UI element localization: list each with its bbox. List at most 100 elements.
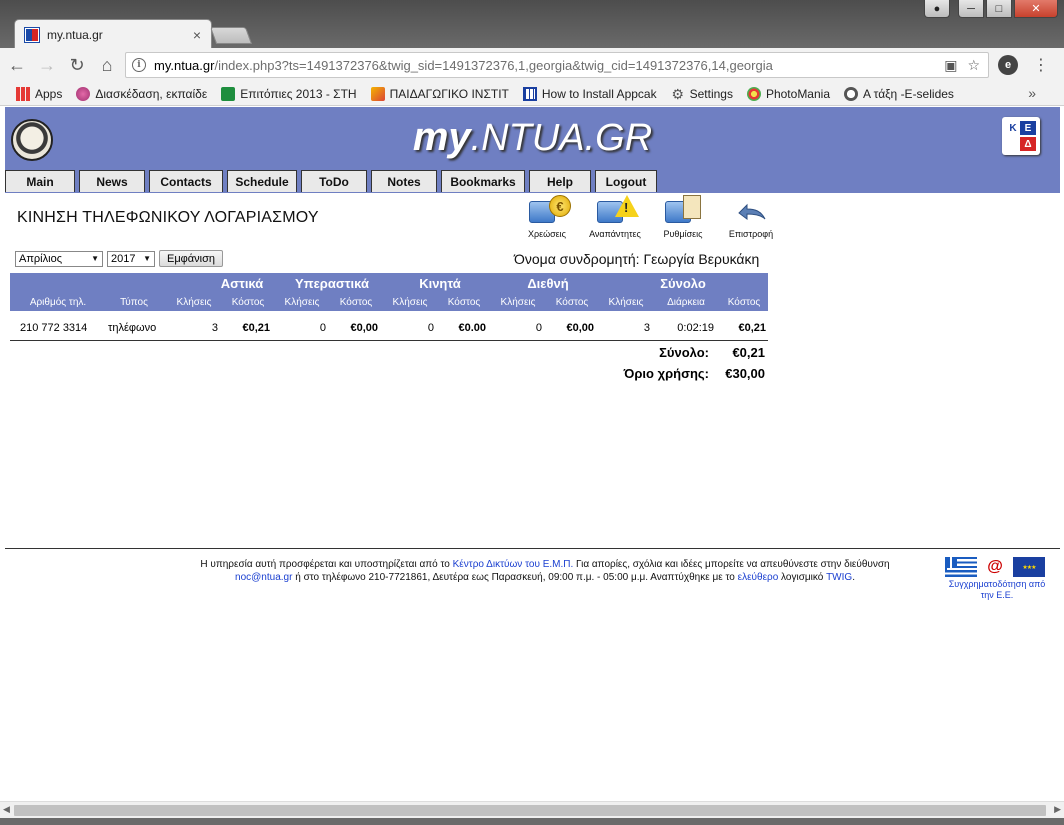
footer-text: Η υπηρεσία αυτή προσφέρεται και υποστηρί… <box>200 559 890 583</box>
dropdown-arrow-icon: ▼ <box>143 254 151 263</box>
column-header: Διάρκεια <box>667 297 705 308</box>
cell-cost: €0,00 <box>350 322 378 334</box>
settings-button[interactable]: Ρυθμίσεις <box>649 195 717 239</box>
gear-icon: ⚙ <box>671 85 684 102</box>
menu-notes[interactable]: Notes <box>371 170 437 192</box>
minimize-icon[interactable]: ─ <box>958 0 984 18</box>
bookmark-item[interactable]: ΠΑΙΔΑΓΩΓΙΚΟ ΙΝΣΤΙΤ <box>370 86 509 101</box>
cell-calls: 3 <box>643 322 650 334</box>
horizontal-scrollbar[interactable]: ◀ ▶ <box>0 801 1064 818</box>
bookmark-item[interactable]: Apps <box>16 86 62 101</box>
call-table: Αστικά Υπεραστικά Κινητά Διεθνή Σύνολο Α… <box>10 273 768 341</box>
bookmark-item[interactable]: A τάξη -E-selides <box>844 86 954 101</box>
close-window-icon[interactable]: ✕ <box>1014 0 1058 18</box>
group-header: Σύνολο <box>660 276 706 291</box>
user-profile-icon[interactable]: ● <box>924 0 950 18</box>
window-controls: ● ─ □ ✕ <box>924 0 1058 18</box>
table-header: Αστικά Υπεραστικά Κινητά Διεθνή Σύνολο Α… <box>10 273 768 311</box>
column-header: Κλήσεις <box>500 297 536 308</box>
ked-logo[interactable]: Κ Ε Δ <box>1002 117 1040 155</box>
phone-settings-icon <box>663 195 703 227</box>
menu-bookmarks[interactable]: Bookmarks <box>441 170 525 192</box>
window-bottom-border <box>0 818 1064 825</box>
tab-close-icon[interactable]: × <box>193 27 201 43</box>
info-icon[interactable]: i <box>132 58 146 72</box>
grid-icon <box>522 86 537 101</box>
bookmark-item[interactable]: Διασκέδαση, εκπαίδε <box>76 86 207 101</box>
action-toolbar: € Χρεώσεις ! Αναπάντητες Ρυθμίσεις Επιστ… <box>513 195 785 239</box>
forward-icon[interactable]: → <box>34 52 60 78</box>
noc-link[interactable]: Κέντρο Δικτύων του Ε.Μ.Π. <box>453 559 574 570</box>
eu-caption[interactable]: Συγχρηματοδότηση από την Ε.Ε. <box>945 579 1049 601</box>
menu-todo[interactable]: ToDo <box>301 170 367 192</box>
menu-help[interactable]: Help <box>529 170 591 192</box>
reload-icon[interactable]: ↻ <box>64 52 90 78</box>
cell-cost: €0,21 <box>738 322 766 334</box>
column-header: Τύπος <box>120 297 148 308</box>
year-select[interactable]: 2017 ▼ <box>107 250 155 267</box>
bookmark-item[interactable]: ⚙ Settings <box>671 87 733 101</box>
scroll-right-icon[interactable]: ▶ <box>1054 804 1061 815</box>
browser-toolbar: ← → ↻ ⌂ i my.ntua.gr/index.php3?ts=14913… <box>0 48 1064 82</box>
menu-logout[interactable]: Logout <box>595 170 657 192</box>
group-header: Κινητά <box>419 276 461 291</box>
column-header: Κόστος <box>339 297 373 308</box>
missed-calls-button[interactable]: ! Αναπάντητες <box>581 195 649 239</box>
menu-main[interactable]: Main <box>5 170 75 192</box>
column-header: Κόστος <box>231 297 265 308</box>
new-tab-button[interactable] <box>209 27 253 44</box>
charges-button[interactable]: € Χρεώσεις <box>513 195 581 239</box>
main-menu: Main News Contacts Schedule ToDo Notes B… <box>5 170 661 193</box>
chrome-menu-icon[interactable]: ⋮ <box>1033 55 1049 75</box>
omnibox-actions: ▣ ☆ <box>944 57 980 74</box>
face-icon <box>844 86 858 101</box>
free-software-link[interactable]: ελεύθερο <box>738 572 779 583</box>
filter-form: Απρίλιος ▼ 2017 ▼ Εμφάνιση <box>15 250 224 267</box>
translate-icon[interactable]: ▣ <box>944 57 957 74</box>
cell-type: τηλέφωνο <box>108 322 157 334</box>
more-bookmarks-icon[interactable]: » <box>1028 85 1036 101</box>
column-header: Κόστος <box>727 297 761 308</box>
column-header: Κλήσεις <box>284 297 320 308</box>
bookmark-item[interactable]: Επιτόπιες 2013 - ΣΤΗ <box>221 86 357 101</box>
scrollbar-thumb[interactable] <box>14 805 1046 816</box>
browser-tab[interactable]: my.ntua.gr × <box>14 19 212 49</box>
twig-link[interactable]: TWIG <box>826 572 852 583</box>
back-icon[interactable]: ← <box>4 52 30 78</box>
group-header: Υπεραστικά <box>295 276 369 291</box>
bookmark-star-icon[interactable]: ☆ <box>967 57 980 74</box>
cell-calls: 3 <box>211 322 218 334</box>
month-select[interactable]: Απρίλιος ▼ <box>15 250 103 267</box>
menu-contacts[interactable]: Contacts <box>149 170 223 192</box>
back-arrow-icon <box>731 195 771 227</box>
phone-warning-icon: ! <box>595 195 639 227</box>
cell-number: 210 772 3314 <box>20 322 88 334</box>
maximize-icon[interactable]: □ <box>986 0 1012 18</box>
cell-cost: €0,00 <box>566 322 594 334</box>
bookmark-item[interactable]: How to Install Appcak <box>522 86 657 101</box>
return-button[interactable]: Επιστροφή <box>717 195 785 239</box>
extension-icon[interactable]: e <box>998 55 1018 75</box>
email-link[interactable]: noc@ntua.gr <box>235 572 292 583</box>
cell-cost: €0.00 <box>458 322 486 334</box>
group-header: Αστικά <box>220 276 264 291</box>
bookmark-item[interactable]: PhotoMania <box>746 86 830 101</box>
url-host: my.ntua.gr <box>154 57 215 73</box>
column-header: Κλήσεις <box>176 297 212 308</box>
column-header: Κόστος <box>447 297 481 308</box>
browser-title-bar: my.ntua.gr × ● ─ □ ✕ <box>0 0 1064 49</box>
show-button[interactable]: Εμφάνιση <box>159 250 224 267</box>
phone-euro-icon: € <box>527 195 571 227</box>
table-row: 210 772 3314 τηλέφωνο 3 €0,21 0 €0,00 0 … <box>10 317 768 341</box>
apps-grid-icon <box>16 86 30 101</box>
home-icon[interactable]: ⌂ <box>94 52 120 78</box>
page-title: ΚΙΝΗΣΗ ΤΗΛΕΦΩΝΙΚΟΥ ΛΟΓΑΡΙΑΣΜΟΥ <box>17 209 319 226</box>
cell-calls: 0 <box>319 322 326 334</box>
address-bar[interactable]: i my.ntua.gr/index.php3?ts=1491372376&tw… <box>125 52 989 78</box>
menu-news[interactable]: News <box>79 170 145 192</box>
footer-divider <box>5 548 1060 549</box>
bookmarks-bar: Apps Διασκέδαση, εκπαίδε Επιτόπιες 2013 … <box>0 82 1064 106</box>
tab-title: my.ntua.gr <box>47 27 103 42</box>
scroll-left-icon[interactable]: ◀ <box>3 804 10 815</box>
menu-schedule[interactable]: Schedule <box>227 170 297 192</box>
